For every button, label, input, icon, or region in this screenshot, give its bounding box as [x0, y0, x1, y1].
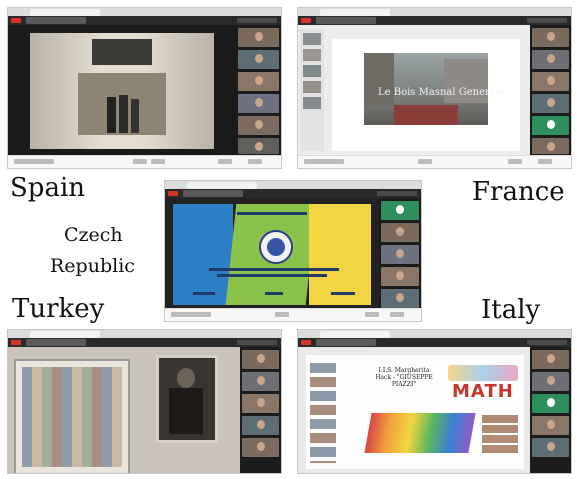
turkey-meeting-screenshot [7, 329, 282, 474]
france-meeting-screenshot: Le Bois Masnal Generale [297, 7, 572, 169]
record-icon [301, 18, 311, 23]
record-icon [11, 18, 21, 23]
main-video-stage [8, 347, 240, 473]
browser-tab-bar [165, 181, 421, 196]
meeting-bottom-bar [165, 308, 421, 321]
label-turkey: Turkey [12, 294, 105, 324]
label-czech: Czech [64, 224, 123, 246]
browser-tab-bar [8, 330, 281, 345]
meeting-top-bar [165, 189, 421, 198]
participant-sidebar [530, 25, 571, 157]
czech-meeting-screenshot [164, 180, 422, 322]
slide-title-line-1: I.I.S. Margherita [378, 367, 430, 374]
meeting-bottom-bar [298, 155, 571, 168]
italy-meeting-screenshot: I.I.S. Margherita Hack - "GIUSEPPE PIAZZ… [297, 329, 572, 474]
browser-tab-bar [298, 8, 571, 23]
math-badge: MATH [452, 381, 514, 402]
browser-tab-bar [8, 8, 281, 23]
browser-tab-bar [298, 330, 571, 345]
slide-title-line-3: PIAZZI" [391, 381, 417, 389]
record-icon [11, 340, 21, 345]
meeting-top-bar [298, 338, 571, 347]
slide-school-title: I.I.S. Margherita Hack - "GIUSEPPE PIAZZ… [364, 367, 444, 389]
record-icon [168, 191, 178, 196]
meeting-top-bar [298, 16, 571, 25]
participant-sidebar [530, 347, 571, 473]
participant-sidebar [236, 25, 281, 157]
slide-title-line-2: Hack - "GIUSEPPE [375, 374, 433, 382]
slide-photo-caption: Le Bois Masnal Generale [378, 87, 505, 98]
label-spain: Spain [10, 173, 86, 203]
shared-slides-stage: Le Bois Masnal Generale [298, 25, 530, 157]
label-france: France [472, 177, 565, 207]
campus-photo: Le Bois Masnal Generale [364, 53, 505, 125]
participant-sidebar [240, 347, 281, 473]
label-italy: Italy [481, 295, 541, 325]
meeting-bottom-bar [8, 155, 281, 168]
school-seal-icon [259, 230, 293, 264]
shared-slide-stage: I.I.S. Margherita Hack - "GIUSEPPE PIAZZ… [298, 347, 530, 473]
meeting-top-bar [8, 16, 281, 25]
shared-slide-stage [165, 198, 379, 311]
meeting-top-bar [8, 338, 281, 347]
participant-sidebar [379, 198, 421, 311]
main-video-stage [8, 25, 236, 157]
record-icon [301, 340, 311, 345]
spain-meeting-screenshot [7, 7, 282, 169]
label-republic: Republic [50, 255, 135, 277]
